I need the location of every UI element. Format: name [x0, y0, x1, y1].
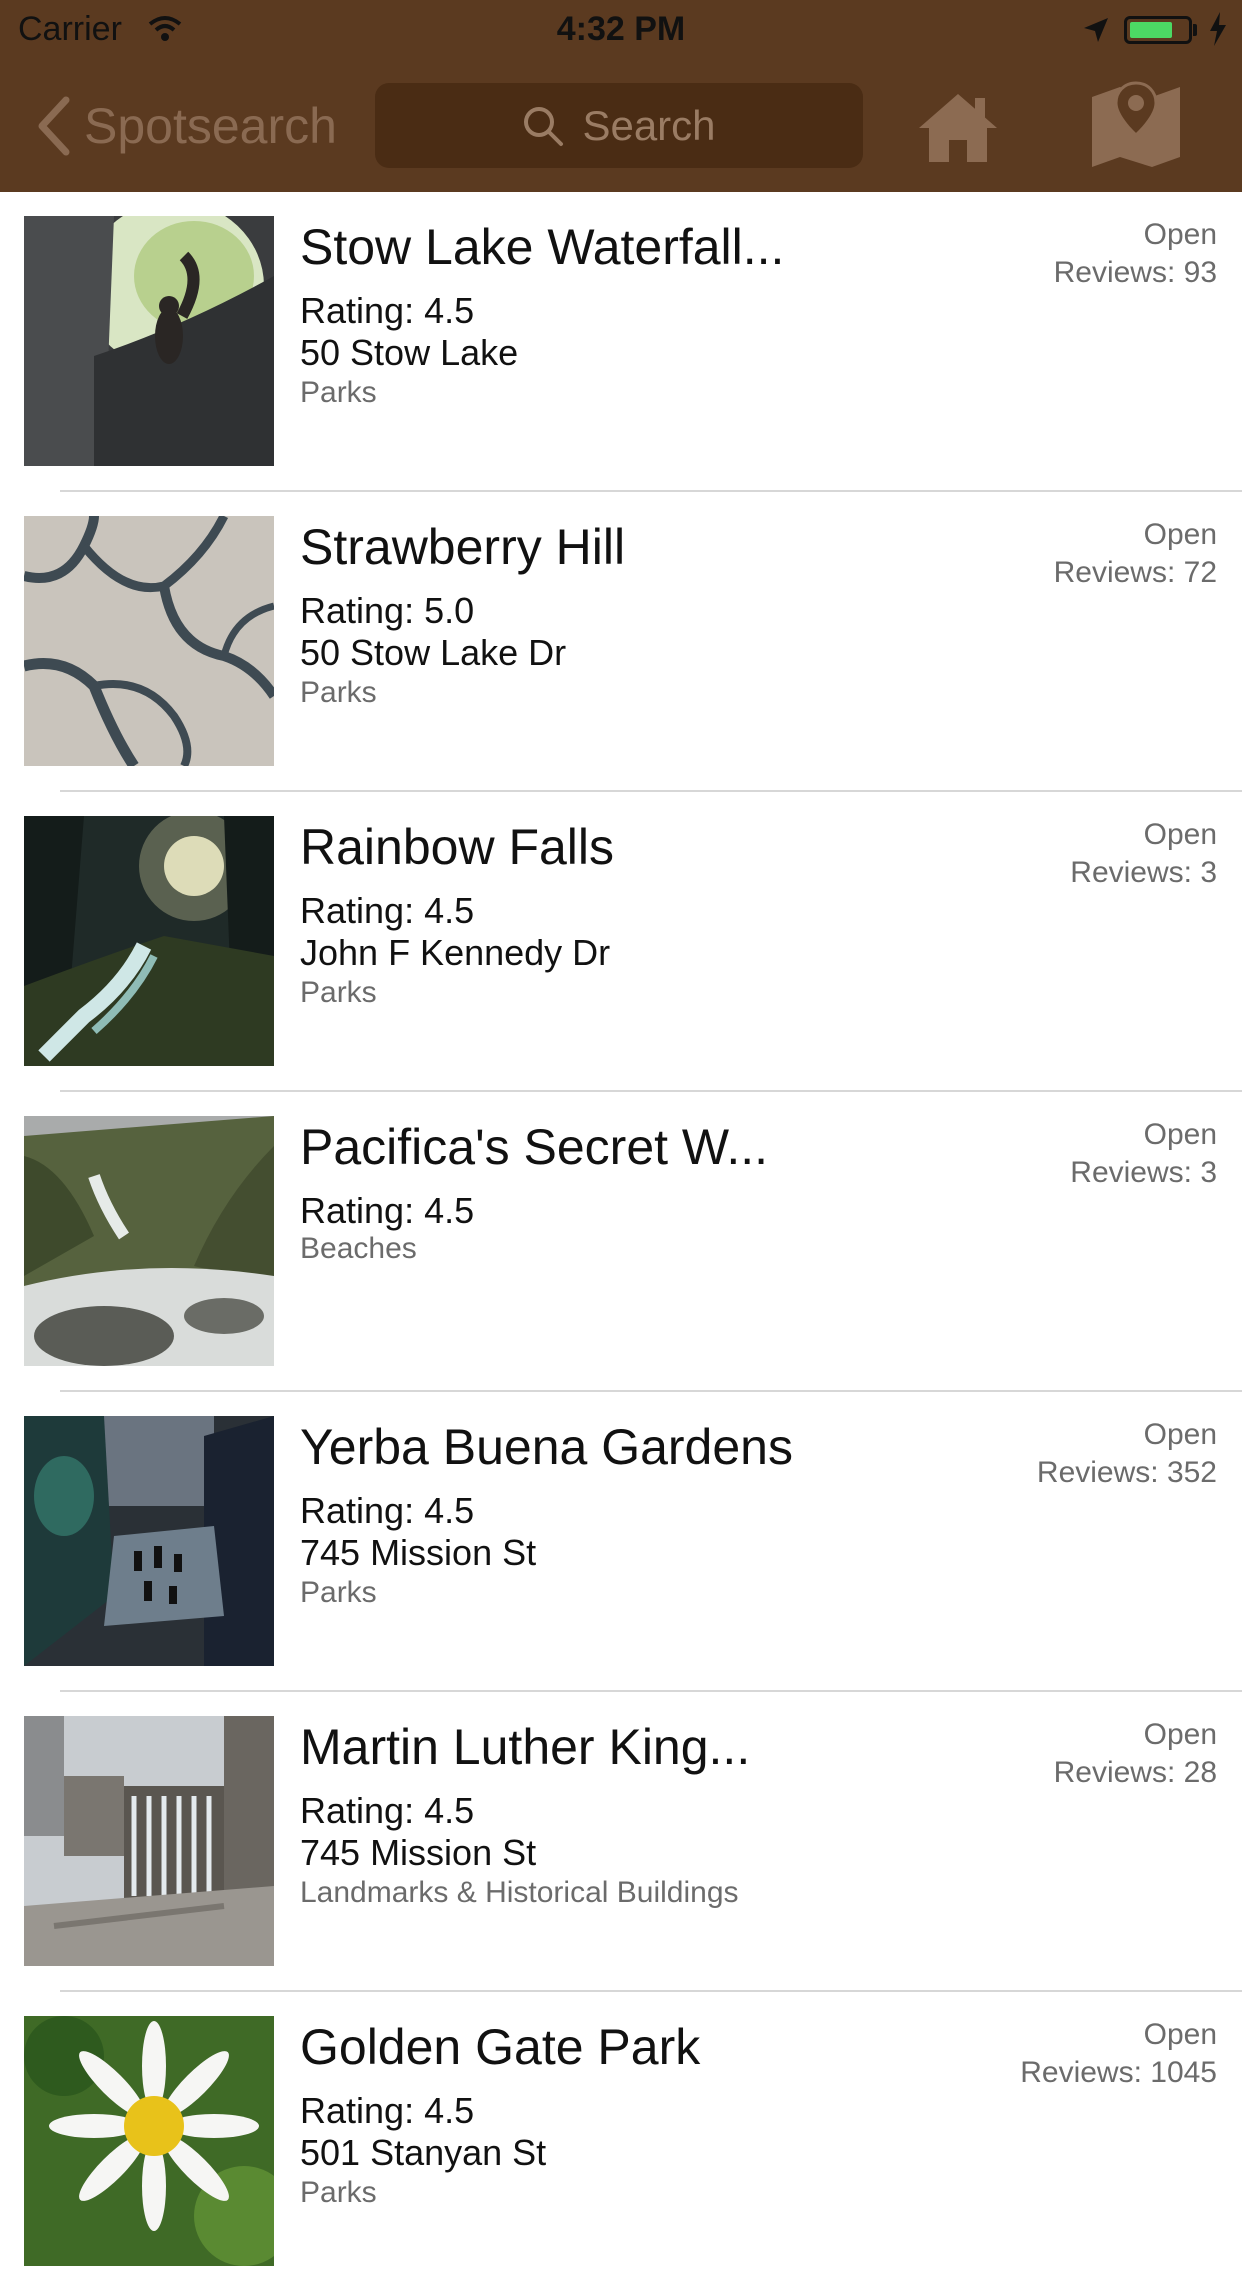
list-item[interactable]: Stow Lake Waterfall... Rating: 4.5 50 St… — [0, 192, 1242, 492]
location-arrow-icon — [1082, 14, 1110, 53]
place-category: Parks — [300, 2176, 377, 2209]
search-placeholder: Search — [582, 101, 716, 149]
places-list[interactable]: Stow Lake Waterfall... Rating: 4.5 50 St… — [0, 192, 1242, 2292]
place-name: Martin Luther King... — [300, 1719, 751, 1775]
list-item[interactable]: Yerba Buena Gardens Rating: 4.5 745 Miss… — [0, 1392, 1242, 1692]
place-address: 50 Stow Lake — [300, 332, 519, 373]
place-category: Parks — [300, 1576, 377, 1609]
place-rating: Rating: 4.5 — [300, 890, 475, 931]
place-address: 745 Mission St — [300, 1832, 537, 1873]
back-button-label: Spotsearch — [84, 98, 337, 154]
review-count: Reviews: 3 — [1070, 1156, 1217, 1189]
place-rating: Rating: 5.0 — [300, 590, 475, 631]
place-address: John F Kennedy Dr — [300, 932, 611, 973]
place-category: Beaches — [300, 1232, 417, 1265]
open-status: Open — [1143, 818, 1217, 851]
open-status: Open — [1143, 518, 1217, 551]
open-status: Open — [1143, 1718, 1217, 1751]
place-rating: Rating: 4.5 — [300, 1790, 475, 1831]
top-bar: Carrier 4:32 PM Spotsearch Search — [0, 0, 1242, 192]
place-name: Strawberry Hill — [300, 519, 626, 575]
open-status: Open — [1143, 1418, 1217, 1451]
place-category: Parks — [300, 376, 377, 409]
place-address: 50 Stow Lake Dr — [300, 632, 567, 673]
map-pin-icon[interactable] — [1090, 77, 1182, 169]
place-rating: Rating: 4.5 — [300, 290, 475, 331]
review-count: Reviews: 3 — [1070, 856, 1217, 889]
back-button[interactable]: Spotsearch — [34, 94, 337, 158]
place-rating: Rating: 4.5 — [300, 2090, 475, 2131]
place-name: Stow Lake Waterfall... — [300, 219, 785, 275]
charging-icon — [1208, 12, 1228, 55]
list-item[interactable]: Golden Gate Park Rating: 4.5 501 Stanyan… — [0, 1992, 1242, 2292]
place-rating: Rating: 4.5 — [300, 1190, 475, 1231]
place-thumbnail — [24, 516, 274, 766]
clock: 4:32 PM — [556, 10, 686, 48]
place-name: Pacifica's Secret W... — [300, 1119, 769, 1175]
place-thumbnail — [24, 816, 274, 1066]
home-icon[interactable] — [915, 90, 1001, 166]
place-category: Landmarks & Historical Buildings — [300, 1876, 739, 1909]
place-thumbnail — [24, 1416, 274, 1666]
search-field[interactable]: Search — [375, 83, 863, 168]
status-bar: Carrier 4:32 PM — [0, 0, 1242, 60]
review-count: Reviews: 352 — [1036, 1456, 1217, 1489]
place-name: Yerba Buena Gardens — [300, 1419, 793, 1475]
review-count: Reviews: 28 — [1053, 1756, 1217, 1789]
open-status: Open — [1143, 218, 1217, 251]
place-category: Parks — [300, 676, 377, 709]
place-thumbnail — [24, 216, 274, 466]
review-count: Reviews: 93 — [1053, 256, 1217, 289]
place-name: Golden Gate Park — [300, 2019, 701, 2075]
place-name: Rainbow Falls — [300, 819, 615, 875]
place-thumbnail — [24, 1716, 274, 1966]
battery-icon — [1124, 16, 1192, 44]
list-item[interactable]: Strawberry Hill Rating: 5.0 50 Stow Lake… — [0, 492, 1242, 792]
search-icon — [524, 106, 564, 146]
place-category: Parks — [300, 976, 377, 1009]
place-rating: Rating: 4.5 — [300, 1490, 475, 1531]
place-address: 501 Stanyan St — [300, 2132, 547, 2173]
battery-tip — [1193, 24, 1197, 36]
list-item[interactable]: Pacifica's Secret W... Rating: 4.5 Beach… — [0, 1092, 1242, 1392]
list-item[interactable]: Martin Luther King... Rating: 4.5 745 Mi… — [0, 1692, 1242, 1992]
place-thumbnail — [24, 2016, 274, 2266]
place-address: 745 Mission St — [300, 1532, 537, 1573]
place-thumbnail — [24, 1116, 274, 1366]
navigation-bar: Spotsearch Search — [0, 60, 1242, 192]
review-count: Reviews: 1045 — [1020, 2056, 1217, 2089]
list-item[interactable]: Rainbow Falls Rating: 4.5 John F Kennedy… — [0, 792, 1242, 1092]
open-status: Open — [1143, 2018, 1217, 2051]
review-count: Reviews: 72 — [1053, 556, 1217, 589]
chevron-left-icon — [38, 96, 70, 156]
open-status: Open — [1143, 1118, 1217, 1151]
